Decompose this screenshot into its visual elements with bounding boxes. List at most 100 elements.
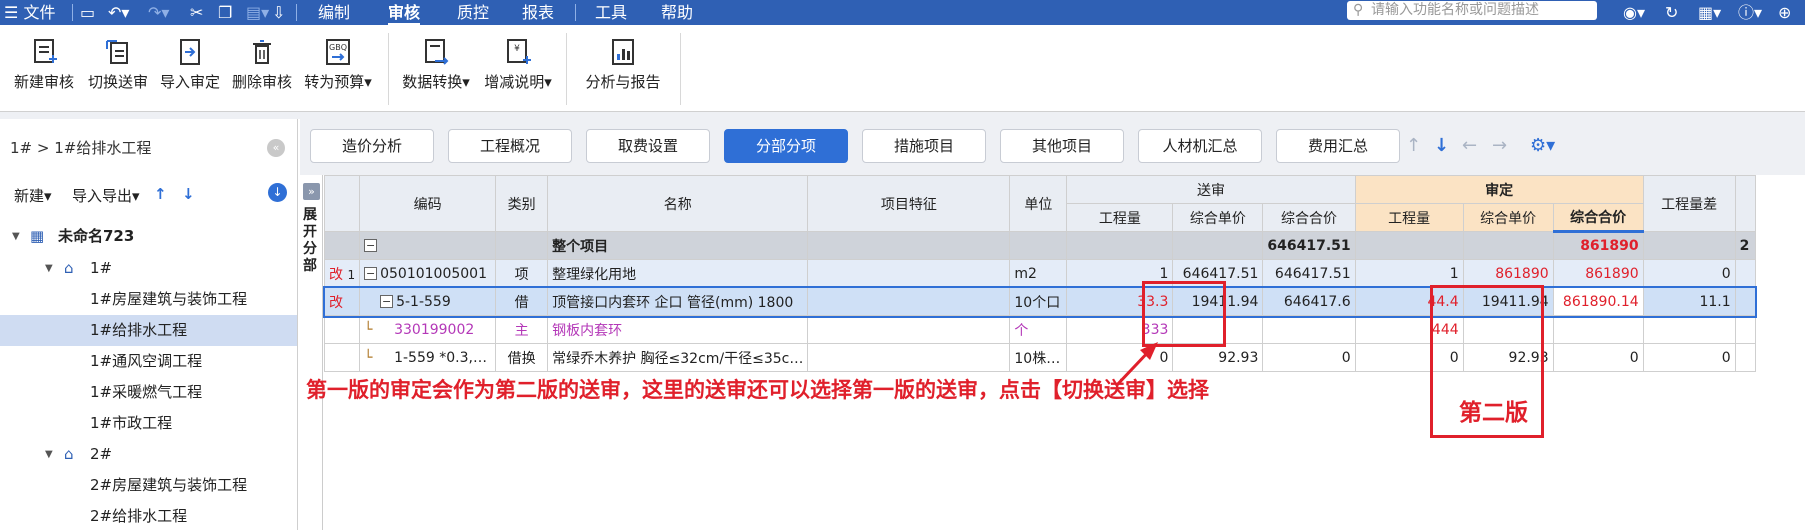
display-settings-icon[interactable]: ⚙▾ — [1530, 135, 1555, 156]
save-icon[interactable]: ▭ — [80, 0, 95, 25]
cell-feature[interactable] — [807, 343, 1011, 372]
upgrade-icon[interactable]: ⊕ — [1778, 0, 1791, 25]
cell-s-price[interactable] — [1172, 231, 1264, 260]
search-input[interactable]: ⚲ 请输入功能名称或问题描述 — [1347, 1, 1597, 20]
cell-code[interactable]: − — [359, 231, 497, 260]
copy-icon[interactable]: ❐ — [218, 0, 232, 25]
tree-node-building-1[interactable]: ▼ ⌂ 1# — [0, 253, 297, 284]
cell-feature[interactable] — [807, 287, 1011, 316]
cell-feature[interactable] — [807, 231, 1011, 260]
cell-diff[interactable] — [1642, 231, 1736, 260]
expand-arrow-icon[interactable]: ▼ — [45, 439, 53, 470]
cut-icon[interactable]: ✂ — [190, 0, 203, 25]
cell-name[interactable]: 整个项目 — [547, 231, 809, 260]
expand-arrow-icon[interactable]: ▼ — [12, 221, 20, 252]
new-dropdown[interactable]: 新建▾ — [14, 185, 52, 206]
cell-name[interactable]: 常绿乔木养护 胸径≤32cm/干径≤35c… — [547, 343, 809, 372]
tab-cost-summary[interactable]: 费用汇总 — [1276, 129, 1400, 163]
customize-toolbar-icon[interactable]: ⇩ — [272, 0, 285, 25]
expand-division-panel[interactable]: » 展开分部 — [300, 175, 323, 530]
cell-s-total[interactable]: 0 — [1262, 343, 1356, 372]
tree-node-unit[interactable]: 1#市政工程 — [0, 408, 297, 439]
file-menu[interactable]: ☰ 文件 — [4, 0, 55, 25]
cell-a-price[interactable]: 861890 — [1462, 259, 1554, 288]
cell-unit[interactable]: 10个口 — [1009, 287, 1068, 316]
cell-code[interactable]: −050101005001 — [359, 259, 497, 288]
arrow-down-icon[interactable]: ↓ — [1434, 135, 1449, 156]
header-unit[interactable]: 单位 — [1009, 175, 1068, 232]
info-icon[interactable]: ⓘ▾ — [1738, 0, 1762, 25]
cell-diff[interactable]: 0 — [1642, 343, 1736, 372]
collapse-icon[interactable]: « — [267, 139, 285, 157]
cell-a-total[interactable] — [1552, 315, 1644, 344]
cell-s-total[interactable] — [1262, 315, 1356, 344]
header-type[interactable]: 类别 — [495, 175, 549, 232]
cell-a-qty[interactable]: 1 — [1354, 259, 1464, 288]
menu-item-edit[interactable]: 编制 — [318, 0, 350, 25]
header-feature[interactable]: 项目特征 — [807, 175, 1011, 232]
header-qty-diff[interactable]: 工程量差 — [1642, 175, 1736, 232]
table-row[interactable]: 改 1 −050101005001 项 整理绿化用地 m2 1 646417.5… — [323, 259, 1756, 288]
cell-s-total[interactable]: 646417.51 — [1262, 259, 1356, 288]
cell-type[interactable]: 主 — [495, 315, 549, 344]
cell-name[interactable]: 钢板内套环 — [547, 315, 809, 344]
tab-other-items[interactable]: 其他项目 — [1000, 129, 1124, 163]
cell-diff[interactable]: 11.1 — [1642, 287, 1736, 316]
grid-menu-icon[interactable]: ▦▾ — [1698, 0, 1721, 25]
arrow-left-icon[interactable]: ← — [1462, 135, 1477, 156]
delete-audit-button[interactable]: 删除审核 — [228, 37, 296, 102]
header-code[interactable]: 编码 — [359, 175, 497, 232]
header-submitted-qty[interactable]: 工程量 — [1066, 203, 1174, 232]
cell-s-total[interactable]: 646417.51 — [1262, 231, 1356, 260]
cell-code[interactable]: └ 1-559 *0.3,… — [359, 343, 497, 372]
tab-project-overview[interactable]: 工程概况 — [448, 129, 572, 163]
new-audit-button[interactable]: 新建审核 — [10, 37, 78, 102]
cell-a-price[interactable] — [1462, 231, 1554, 260]
tab-division-items[interactable]: 分部分项 — [724, 129, 848, 163]
cell-diff[interactable]: 0 — [1642, 259, 1736, 288]
refresh-icon[interactable]: ↻ — [1665, 0, 1678, 25]
cell-feature[interactable] — [807, 315, 1011, 344]
analysis-report-button[interactable]: 分析与报告 — [582, 37, 664, 102]
tree-node-unit[interactable]: 1#采暖燃气工程 — [0, 377, 297, 408]
cell-type[interactable] — [495, 231, 549, 260]
cell-type[interactable]: 借换 — [495, 343, 549, 372]
expand-icon[interactable]: » — [303, 183, 320, 200]
cell-s-qty[interactable] — [1066, 231, 1174, 260]
tab-cost-analysis[interactable]: 造价分析 — [310, 129, 434, 163]
tree-node-project[interactable]: ▼ ▦ 未命名723 — [0, 221, 297, 252]
arrow-right-icon[interactable]: → — [1492, 135, 1507, 156]
tab-fee-settings[interactable]: 取费设置 — [586, 129, 710, 163]
cell-type[interactable]: 借 — [495, 287, 549, 316]
convert-budget-button[interactable]: GBQ 转为预算▾ — [300, 37, 376, 102]
change-note-button[interactable]: ¥ 增减说明▾ — [480, 37, 556, 102]
cell-s-price[interactable]: 92.93 — [1172, 343, 1264, 372]
tree-node-unit[interactable]: 2#房屋建筑与装饰工程 — [0, 470, 297, 501]
cell-unit[interactable] — [1009, 231, 1068, 260]
menu-item-tools[interactable]: 工具 — [595, 0, 627, 25]
move-down-icon[interactable]: ↓ — [182, 185, 195, 203]
header-approved-qty[interactable]: 工程量 — [1354, 203, 1464, 232]
header-submitted-total[interactable]: 综合合价 — [1262, 203, 1356, 232]
menu-item-help[interactable]: 帮助 — [661, 0, 693, 25]
cell-unit[interactable]: 10株… — [1009, 343, 1068, 372]
import-approved-button[interactable]: 导入审定 — [156, 37, 224, 102]
import-export-dropdown[interactable]: 导入导出▾ — [72, 185, 140, 206]
expand-arrow-icon[interactable]: ▼ — [45, 253, 53, 284]
menu-item-audit[interactable]: 审核 — [388, 0, 421, 25]
collapse-toggle-icon[interactable]: − — [364, 267, 378, 280]
cell-a-total[interactable]: 861890 — [1552, 231, 1644, 260]
cell-a-total[interactable]: 861890 — [1552, 259, 1644, 288]
tree-node-unit[interactable]: 1#通风空调工程 — [0, 346, 297, 377]
data-convert-button[interactable]: 数据转换▾ — [398, 37, 474, 102]
cell-a-total[interactable]: 0 — [1552, 343, 1644, 372]
collapse-toggle-icon[interactable]: − — [364, 239, 378, 252]
cell-a-qty[interactable] — [1354, 231, 1464, 260]
header-submitted-unit-price[interactable]: 综合单价 — [1172, 203, 1264, 232]
cell-code[interactable]: └ 330199002 — [359, 315, 497, 344]
user-icon[interactable]: ◉▾ — [1623, 0, 1645, 25]
cell-type[interactable]: 项 — [495, 259, 549, 288]
paste-icon[interactable]: ▤▾ — [246, 0, 269, 25]
header-approved-total[interactable]: 综合合价 — [1552, 203, 1644, 233]
cell-a-total[interactable]: 861890.14 — [1552, 287, 1644, 316]
